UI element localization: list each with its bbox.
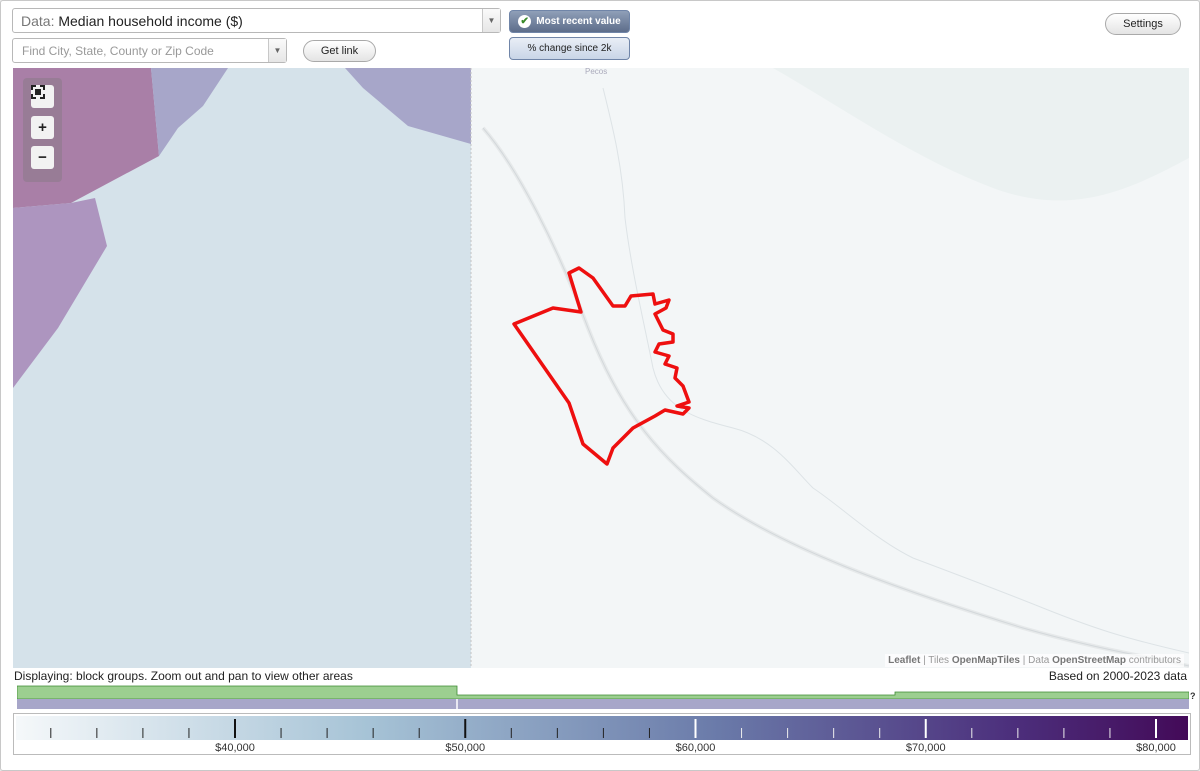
data-range-note: Based on 2000-2023 data [1048,669,1187,683]
highway-center [482,127,1189,667]
legend-tick-label: $60,000 [676,742,716,754]
openstreetmap-link[interactable]: OpenStreetMap [1052,655,1126,666]
place-label: Pecos [585,68,608,76]
distribution-histogram [17,685,1189,709]
help-icon[interactable]: ? [1190,691,1196,701]
get-link-button[interactable]: Get link [303,40,376,62]
data-select-label: Data: [21,13,55,29]
openmaptiles-link[interactable]: OpenMapTiles [952,655,1020,666]
highway [481,126,1189,668]
selected-area-boundary [512,266,691,466]
most-recent-label: Most recent value [536,16,621,27]
app-frame: Data: Median household income ($) ▼ ▼ Ge… [0,0,1200,771]
fullscreen-icon[interactable] [31,85,54,108]
legend-scale: $40,000 $50,000 $60,000 $70,000 $80,000 [16,716,1188,754]
leaflet-link[interactable]: Leaflet [888,655,920,666]
histogram-green [17,685,1189,700]
histogram-purple-band [17,699,1189,709]
color-legend: $40,000 $50,000 $60,000 $70,000 $80,000 [13,713,1191,755]
minus-icon[interactable]: − [31,146,54,169]
legend-tick-label: $50,000 [445,742,485,754]
legend-tick-label: $40,000 [215,742,255,754]
attribution-text: | Tiles [920,655,952,666]
location-search: ▼ [12,38,287,63]
chevron-down-icon[interactable]: ▼ [482,9,500,32]
data-select-value: Median household income ($) [58,13,243,29]
most-recent-toggle[interactable]: ✔ Most recent value [509,10,630,33]
percent-change-toggle[interactable]: % change since 2k [509,37,630,60]
data-select[interactable]: Data: Median household income ($) ▼ [12,8,501,33]
display-status: Displaying: block groups. Zoom out and p… [14,669,353,683]
settings-button[interactable]: Settings [1105,13,1181,35]
check-icon: ✔ [518,15,532,28]
attribution-text: contributors [1125,655,1181,666]
zoom-controls: + − [23,78,62,182]
terrain-shade [773,68,1189,201]
chevron-down-icon[interactable]: ▼ [268,39,286,62]
search-input[interactable] [13,39,265,62]
legend-tick-label: $80,000 [1136,742,1176,754]
legend-gradient [16,716,1188,740]
legend-tick-label: $70,000 [906,742,946,754]
map-attribution: Leaflet | Tiles OpenMapTiles | Data Open… [885,654,1184,667]
map-layers [13,68,1189,668]
attribution-text: | Data [1020,655,1053,666]
plus-icon[interactable]: + [31,116,54,139]
map[interactable]: Pecos + − Leaflet | Tiles OpenMapTiles |… [13,68,1189,668]
